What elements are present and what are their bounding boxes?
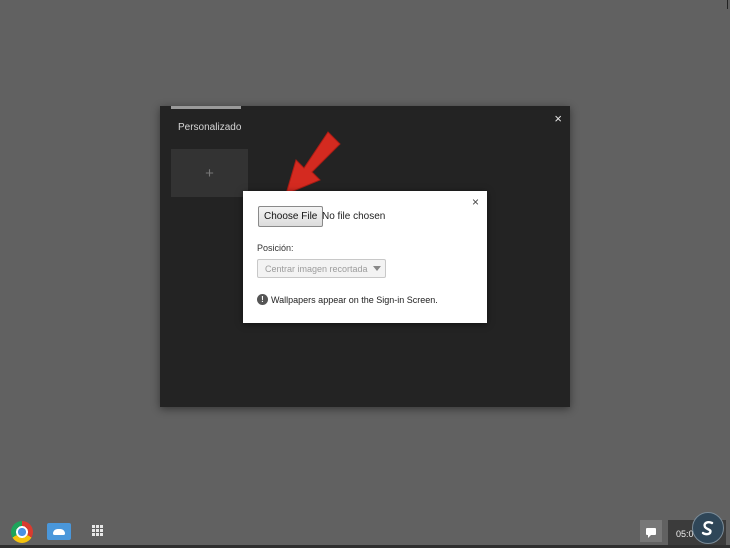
custom-wallpaper-dialog: × Choose File No file chosen Posición: C… xyxy=(243,191,487,323)
app-launcher-icon[interactable] xyxy=(92,525,103,536)
dialog-close-icon[interactable]: × xyxy=(472,196,479,208)
position-label: Posición: xyxy=(257,243,294,253)
position-select-value: Centrar imagen recortada xyxy=(265,263,368,274)
arrow-shape xyxy=(285,131,341,195)
window-edge-mark xyxy=(727,0,728,9)
logo-mark xyxy=(701,521,714,536)
tab-personalizado[interactable]: Personalizado xyxy=(178,122,241,133)
tab-indicator xyxy=(171,106,241,109)
shelf: 05:06 xyxy=(0,512,730,548)
notifications-icon[interactable] xyxy=(640,520,662,542)
files-cloud-icon[interactable] xyxy=(47,523,71,540)
status-tray[interactable]: 05:06 xyxy=(668,512,726,545)
info-text: Wallpapers appear on the Sign-in Screen. xyxy=(271,294,438,305)
choose-file-button[interactable]: Choose File xyxy=(258,206,324,227)
chevron-down-icon xyxy=(373,266,381,271)
chat-bubble-glyph xyxy=(646,527,656,538)
info-icon: ! xyxy=(257,294,268,305)
position-select[interactable]: Centrar imagen recortada xyxy=(257,259,386,278)
picker-close-icon[interactable]: × xyxy=(554,112,562,125)
cloud-glyph xyxy=(53,528,65,535)
file-status-text: No file chosen xyxy=(322,211,386,222)
chrome-icon[interactable] xyxy=(11,521,33,543)
solvetic-logo-icon xyxy=(692,512,724,544)
add-wallpaper-button[interactable]: + xyxy=(171,149,248,197)
plus-icon: + xyxy=(205,164,214,182)
info-message: ! Wallpapers appear on the Sign-in Scree… xyxy=(257,294,438,305)
